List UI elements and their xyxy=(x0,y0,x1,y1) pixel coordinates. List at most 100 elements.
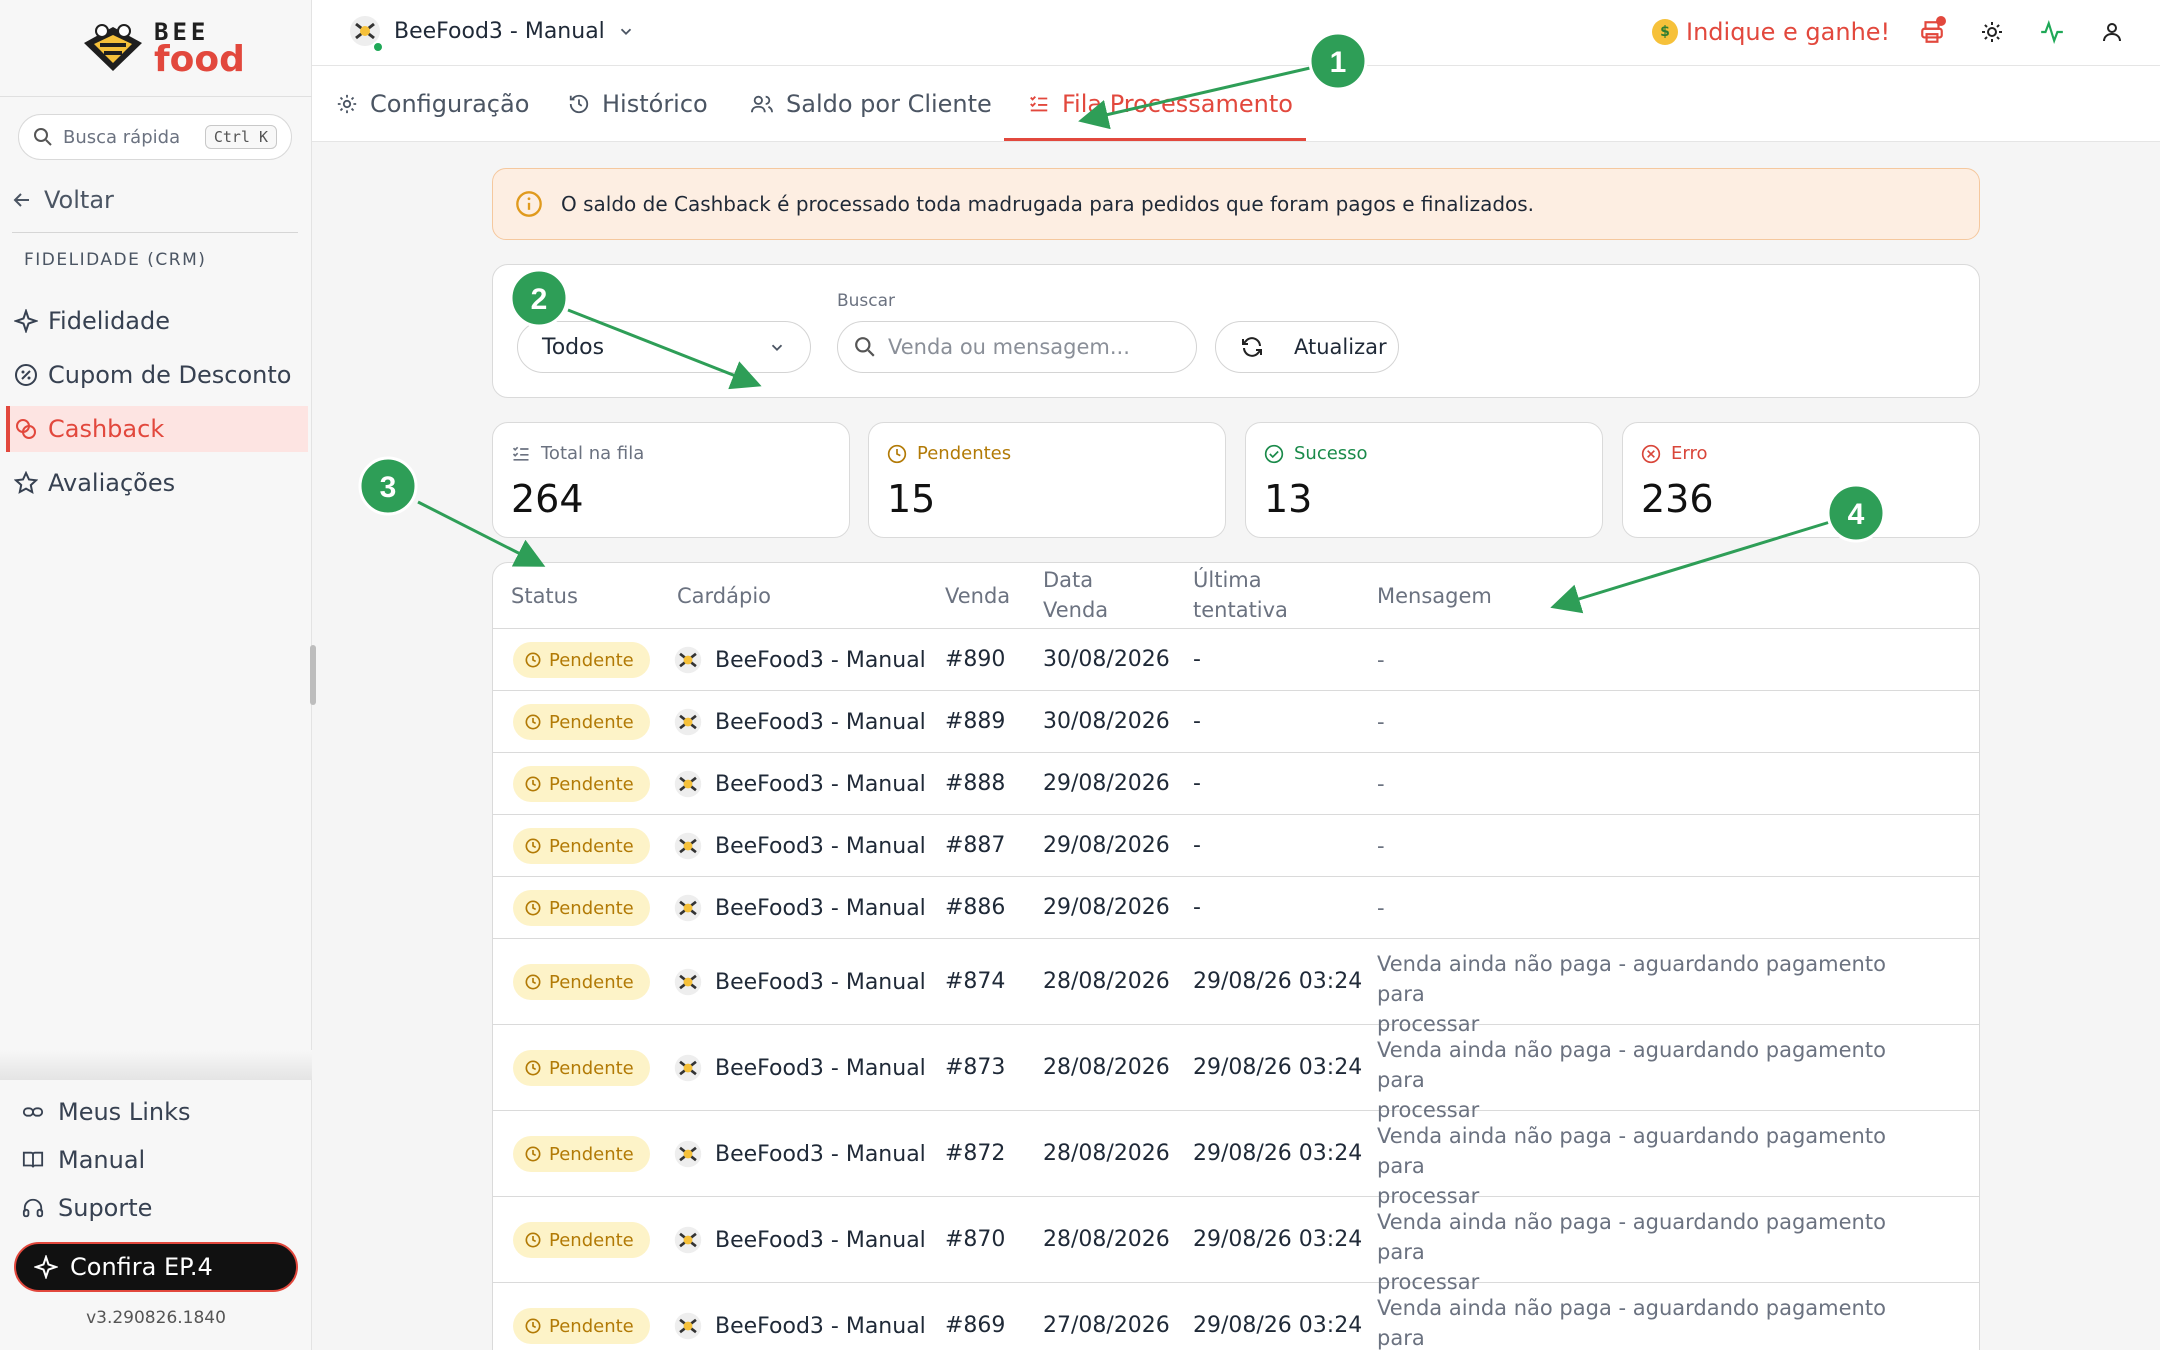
cardapio-cell: BeeFood3 - Manual xyxy=(673,645,926,675)
quick-search-placeholder: Busca rápida xyxy=(63,126,181,148)
sidebar-resize-handle[interactable] xyxy=(310,645,316,705)
col-venda[interactable]: Venda xyxy=(945,581,1010,611)
stat-value: 264 xyxy=(511,477,584,521)
venda-cell[interactable]: #873 xyxy=(945,1055,1005,1080)
data-venda-cell: 30/08/2026 xyxy=(1043,647,1170,672)
tab-fila-processamento[interactable]: Fila Processamento xyxy=(1028,86,1293,122)
sidebar-item-label: Meus Links xyxy=(58,1098,191,1126)
ultima-tentativa-cell: 29/08/26 03:24 xyxy=(1193,1141,1363,1166)
clock-icon xyxy=(525,652,541,668)
refresh-button[interactable]: Atualizar xyxy=(1215,321,1399,373)
table-row[interactable]: Pendente BeeFood3 - Manual #889 30/08/2026-… xyxy=(493,691,1979,753)
data-venda-cell: 27/08/2026 xyxy=(1043,1313,1170,1338)
confira-button[interactable]: Confira EP.4 xyxy=(14,1242,298,1292)
profile-button[interactable] xyxy=(2096,16,2128,48)
filter-card: Todos Buscar Venda ou mensagem... Atuali… xyxy=(492,264,1980,398)
store-selector[interactable]: BeeFood3 - Manual xyxy=(348,14,635,53)
venda-cell[interactable]: #887 xyxy=(945,833,1005,858)
sidebar-item-suporte[interactable]: Suporte xyxy=(22,1184,190,1232)
sidebar: BEE food Busca rápida Ctrl K Voltar FIDE… xyxy=(0,0,312,1350)
table-row[interactable]: Pendente BeeFood3 - Manual #870 28/08/2026 2… xyxy=(493,1197,1979,1294)
clock-icon xyxy=(525,974,541,990)
mensagem-line1: - xyxy=(1377,834,1385,858)
back-link[interactable]: Voltar xyxy=(12,186,114,214)
tab-saldo-cliente[interactable]: Saldo por Cliente xyxy=(750,86,992,122)
store-logo-icon xyxy=(674,646,702,674)
coins-icon xyxy=(16,419,36,439)
sidebar-item-avaliacoes[interactable]: Avaliações xyxy=(6,460,308,506)
venda-cell[interactable]: #889 xyxy=(945,709,1005,734)
status-text: Pendente xyxy=(549,971,634,993)
venda-cell[interactable]: #870 xyxy=(945,1227,1005,1252)
table-row[interactable]: Pendente BeeFood3 - Manual #874 28/08/2026 2… xyxy=(493,939,1979,1036)
table-row[interactable]: Pendente BeeFood3 - Manual #872 28/08/2026 2… xyxy=(493,1111,1979,1208)
bee-logo-icon xyxy=(84,24,142,71)
theme-toggle-button[interactable] xyxy=(1976,16,2008,48)
status-text: Pendente xyxy=(549,897,634,919)
venda-cell[interactable]: #874 xyxy=(945,969,1005,994)
col-mensagem[interactable]: Mensagem xyxy=(1377,581,1492,611)
stat-label: Sucesso xyxy=(1294,443,1368,464)
col-cardapio[interactable]: Cardápio xyxy=(677,581,771,611)
venda-cell[interactable]: #872 xyxy=(945,1141,1005,1166)
sidebar-item-cashback[interactable]: Cashback xyxy=(6,406,308,452)
clock-icon xyxy=(525,1146,541,1162)
search-input[interactable]: Venda ou mensagem... xyxy=(837,321,1197,373)
back-label: Voltar xyxy=(44,186,114,214)
ultima-tentativa-cell: - xyxy=(1193,895,1201,920)
printer-button[interactable] xyxy=(1916,16,1948,48)
status-filter-select[interactable]: Todos xyxy=(517,321,811,373)
divider xyxy=(0,96,312,97)
venda-cell[interactable]: #890 xyxy=(945,647,1005,672)
venda-cell[interactable]: #888 xyxy=(945,771,1005,796)
table-row[interactable]: Pendente BeeFood3 - Manual #887 29/08/2026-… xyxy=(493,815,1979,877)
svg-text:3: 3 xyxy=(380,471,397,504)
cardapio-name: BeeFood3 - Manual xyxy=(715,1227,926,1253)
clock-icon xyxy=(525,1232,541,1248)
venda-cell[interactable]: #886 xyxy=(945,895,1005,920)
status-text: Pendente xyxy=(549,1143,634,1165)
referral-link[interactable]: $ Indique e ganhe! xyxy=(1652,18,1890,46)
col-ultima-tentativa[interactable]: Última tentativa xyxy=(1193,565,1288,625)
clock-icon xyxy=(525,776,541,792)
mensagem-cell: Venda ainda não paga - aguardando pagame… xyxy=(1377,1293,1937,1350)
stat-label: Total na fila xyxy=(541,443,645,464)
cardapio-cell: BeeFood3 - Manual xyxy=(673,831,926,861)
info-icon xyxy=(516,191,542,217)
tab-label: Saldo por Cliente xyxy=(786,90,992,118)
tab-configuracao[interactable]: Configuração xyxy=(336,86,529,122)
cardapio-name: BeeFood3 - Manual xyxy=(715,833,926,859)
status-badge: Pendente xyxy=(513,1136,650,1172)
col-data-venda[interactable]: Data Venda xyxy=(1043,565,1108,625)
list-check-icon xyxy=(1030,96,1048,112)
brand-logo[interactable]: BEE food xyxy=(80,20,245,78)
sidebar-item-manual[interactable]: Manual xyxy=(22,1136,190,1184)
quick-search[interactable]: Busca rápida Ctrl K xyxy=(18,114,292,160)
tab-historico[interactable]: Histórico xyxy=(568,86,708,122)
activity-button[interactable] xyxy=(2036,16,2068,48)
venda-cell[interactable]: #869 xyxy=(945,1313,1005,1338)
table-row[interactable]: Pendente BeeFood3 - Manual #888 29/08/2026-… xyxy=(493,753,1979,815)
ultima-tentativa-cell: 29/08/26 03:24 xyxy=(1193,1227,1363,1252)
sidebar-item-meus-links[interactable]: Meus Links xyxy=(22,1088,190,1136)
stat-value: 15 xyxy=(887,477,936,521)
status-badge: Pendente xyxy=(513,1222,650,1258)
table-row[interactable]: Pendente BeeFood3 - Manual #890 30/08/2026-… xyxy=(493,629,1979,691)
stat-card-erro: Erro 236 xyxy=(1622,422,1980,538)
cardapio-cell: BeeFood3 - Manual xyxy=(673,1053,926,1083)
tab-label: Configuração xyxy=(370,90,530,118)
col-status[interactable]: Status xyxy=(511,581,578,611)
mensagem-line1: Venda ainda não paga - aguardando pagame… xyxy=(1377,952,1886,1006)
table-row[interactable]: Pendente BeeFood3 - Manual #869 27/08/2026 2… xyxy=(493,1283,1979,1350)
stat-card-pendentes: Pendentes 15 xyxy=(868,422,1226,538)
user-icon xyxy=(2103,23,2121,42)
status-badge: Pendente xyxy=(513,1050,650,1086)
table-row[interactable]: Pendente BeeFood3 - Manual #873 28/08/2026 2… xyxy=(493,1025,1979,1122)
sidebar-item-fidelidade[interactable]: Fidelidade xyxy=(6,298,308,344)
mensagem-line1: - xyxy=(1377,772,1385,796)
table-row[interactable]: Pendente BeeFood3 - Manual #886 29/08/2026-… xyxy=(493,877,1979,939)
arrow-left-icon xyxy=(13,193,29,207)
status-filter-value: Todos xyxy=(542,334,605,360)
sidebar-item-cupom[interactable]: Cupom de Desconto xyxy=(6,352,308,398)
store-logo-icon xyxy=(674,968,702,996)
